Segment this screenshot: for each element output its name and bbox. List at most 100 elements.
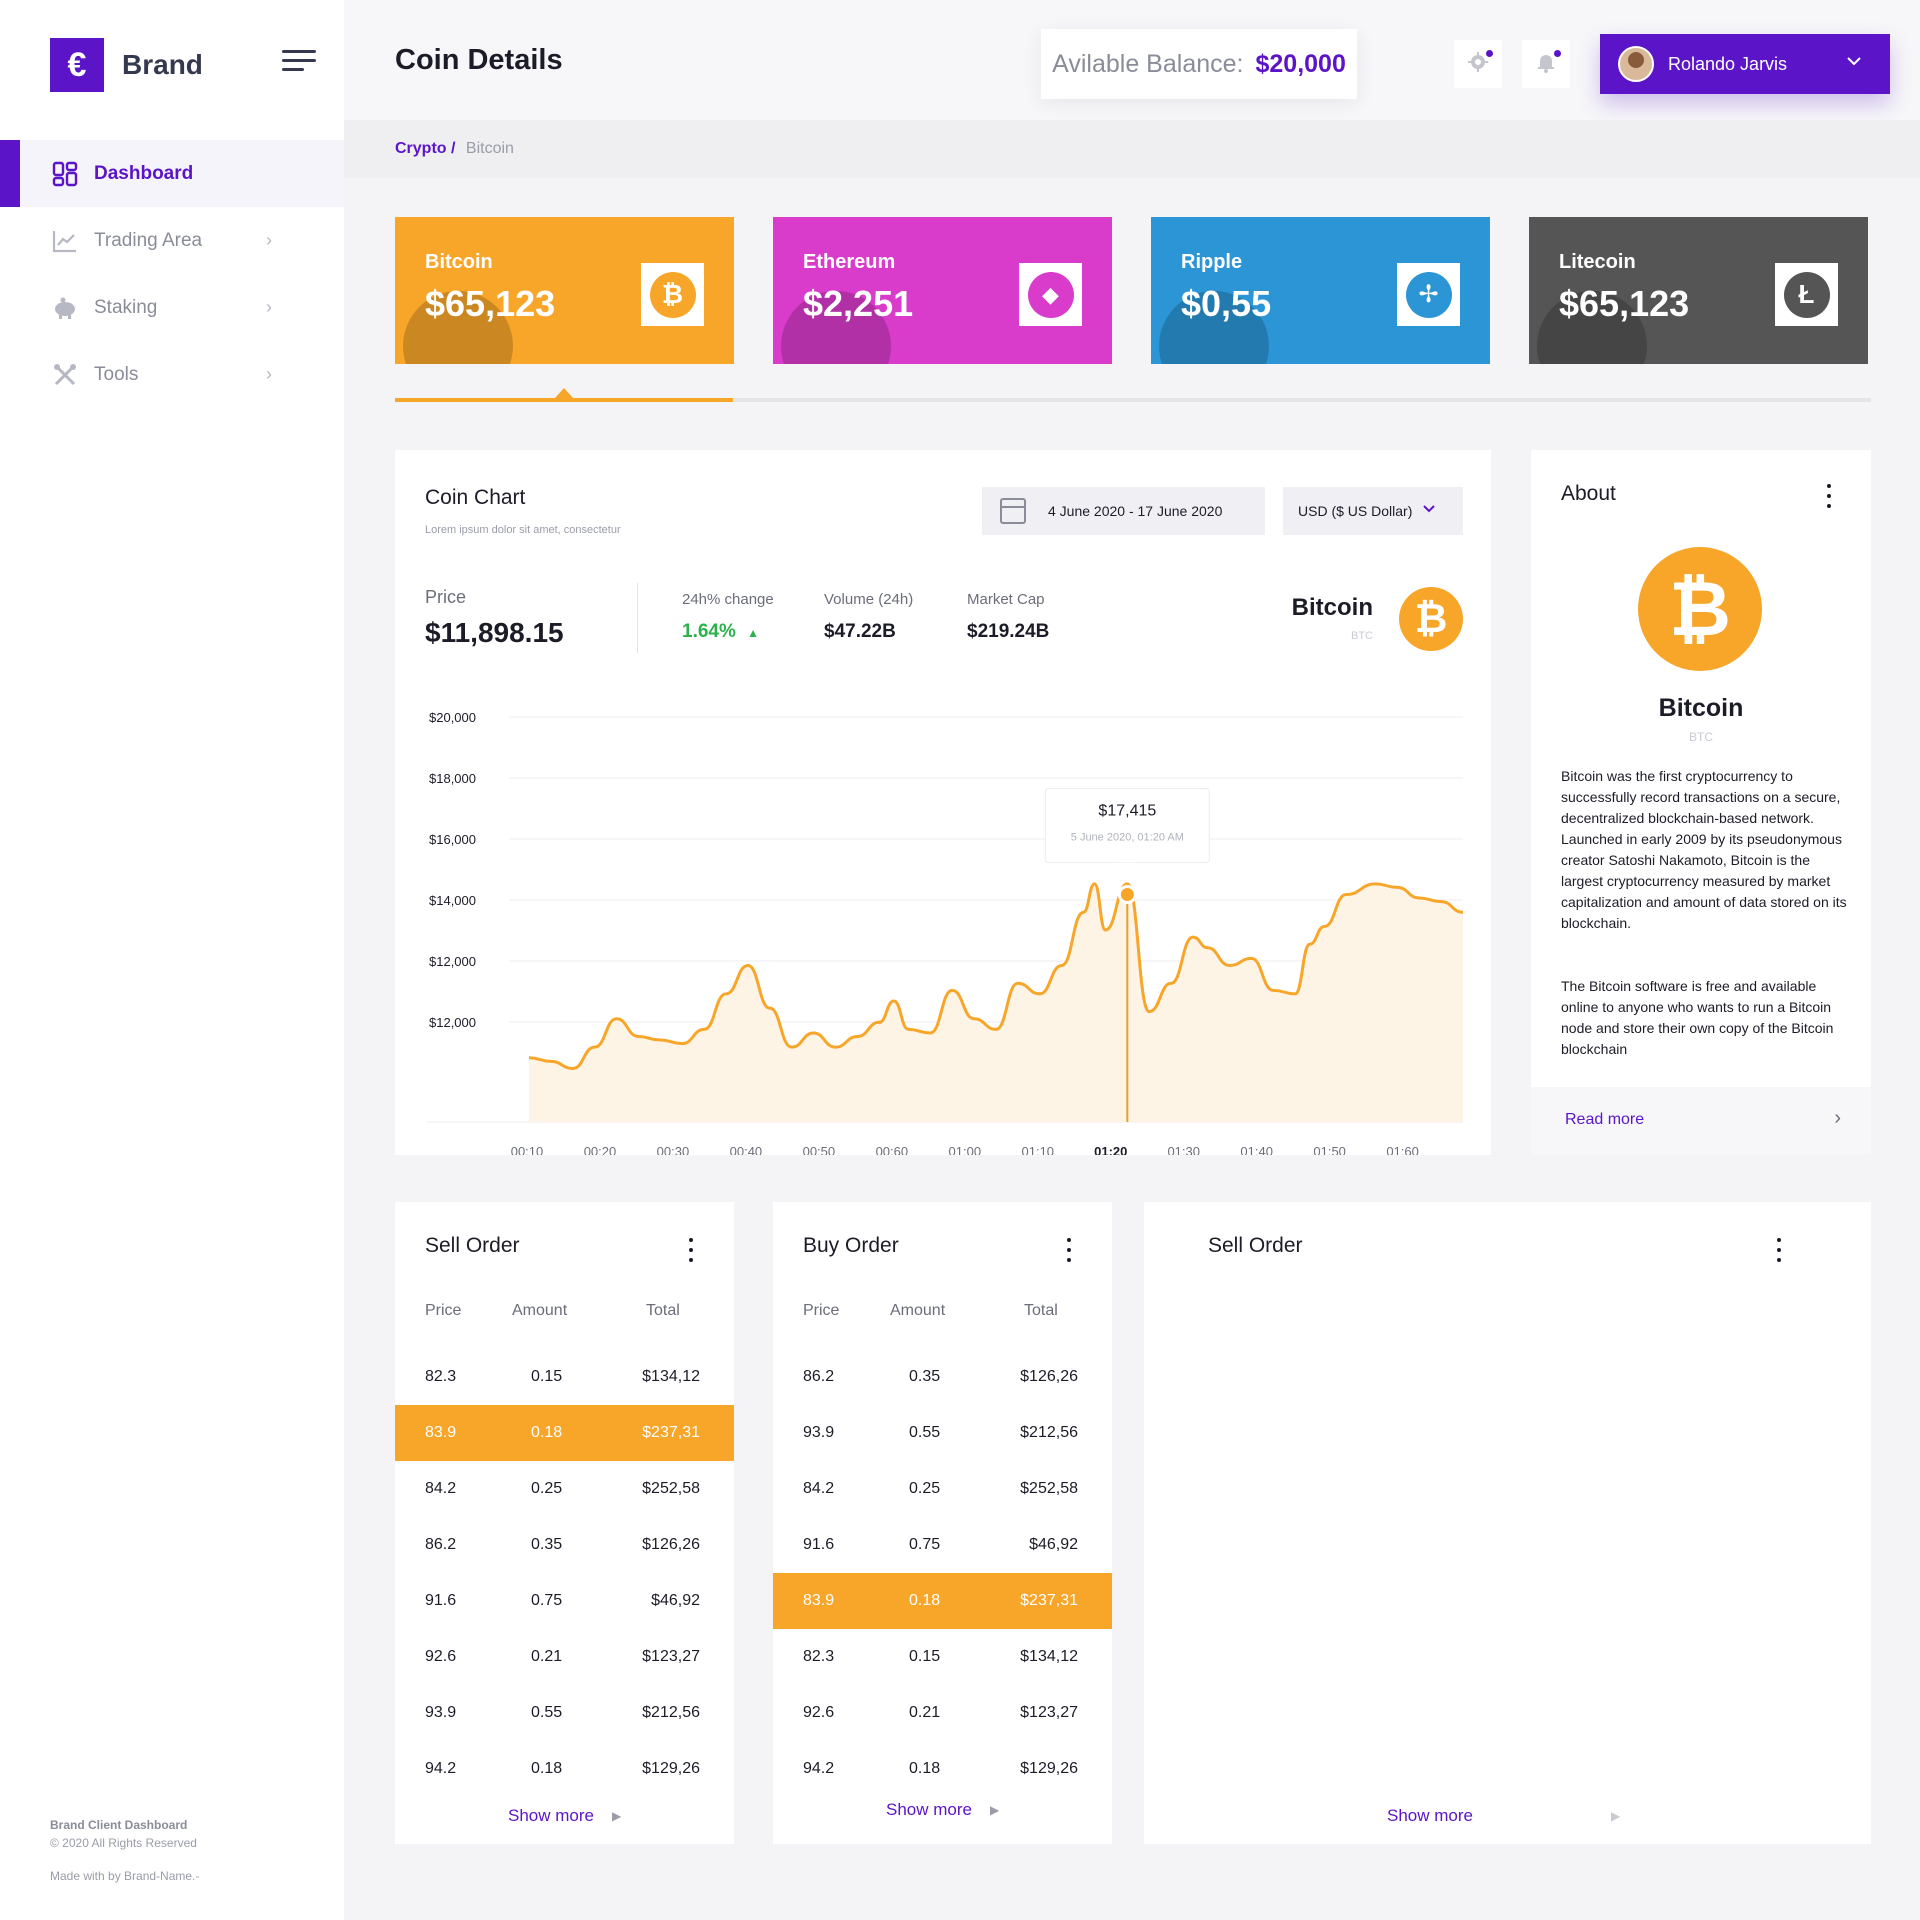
menu-toggle-icon[interactable] — [282, 50, 316, 72]
sidebar-item-label: Trading Area — [94, 229, 203, 251]
about-paragraph-1: Bitcoin was the first cryptocurrency to … — [1561, 768, 1847, 931]
x-tick-label: 00:60 — [876, 1144, 909, 1155]
cell-amount: 0.25 — [909, 1480, 941, 1497]
show-more-link[interactable]: Show more — [1387, 1806, 1473, 1826]
sidebar-item-staking[interactable]: Staking › — [0, 274, 344, 341]
coin-card-name: Ripple — [1181, 251, 1243, 273]
show-more-link[interactable]: Show more — [508, 1806, 594, 1826]
table-row[interactable]: 82.3 0.15 $134,12 — [773, 1629, 1112, 1685]
more-options-icon[interactable] — [1826, 484, 1832, 508]
footer-copyright: © 2020 All Rights Reserved — [50, 1836, 197, 1850]
sell-order-title: Sell Order — [425, 1234, 520, 1257]
settings-button[interactable] — [1454, 40, 1502, 88]
breadcrumb: Crypto / Bitcoin — [395, 140, 514, 158]
table-row[interactable]: 91.6 0.75 $46,92 — [395, 1573, 734, 1629]
table-row[interactable]: 83.9 0.18 $237,31 — [395, 1405, 734, 1461]
show-more-link[interactable]: Show more — [886, 1800, 972, 1820]
cell-total: $123,27 — [642, 1648, 700, 1665]
breadcrumb-bar: Crypto / Bitcoin — [344, 120, 1920, 178]
sell-order-title: Sell Order — [1208, 1234, 1303, 1257]
breadcrumb-link-crypto[interactable]: Crypto / — [395, 140, 455, 157]
cell-amount: 0.35 — [909, 1368, 941, 1385]
about-panel: About ₿ Bitcoin BTC Bitcoin was the firs… — [1531, 450, 1871, 1155]
litecoin-icon: Ł — [1783, 271, 1830, 318]
chevron-down-icon — [1846, 52, 1862, 75]
table-row[interactable]: 84.2 0.25 $252,58 — [773, 1461, 1112, 1517]
coin-card-price: $2,251 — [803, 283, 914, 324]
notification-dot — [1554, 50, 1561, 57]
more-options-icon[interactable] — [1776, 1238, 1782, 1262]
y-tick-label: $12,000 — [429, 1015, 476, 1030]
read-more-link[interactable]: Read more — [1565, 1111, 1644, 1129]
cell-price: 92.6 — [425, 1648, 457, 1665]
sidebar-item-tools[interactable]: Tools › — [0, 341, 344, 408]
column-header-amount: Amount — [890, 1302, 946, 1319]
breadcrumb-current: Bitcoin — [465, 140, 514, 157]
sidebar-item-trading-area[interactable]: Trading Area › — [0, 207, 344, 274]
table-row[interactable]: 83.9 0.18 $237,31 — [773, 1573, 1112, 1629]
bitcoin-icon: ₿ — [1638, 547, 1762, 671]
chevron-right-icon: › — [266, 230, 272, 250]
table-row[interactable]: 82.3 0.15 $134,12 — [395, 1349, 734, 1405]
x-tick-label: 00:50 — [803, 1144, 836, 1155]
x-tick-label: 01:60 — [1386, 1144, 1419, 1155]
active-tab-caret — [555, 388, 573, 398]
caret-right-icon: ▶ — [1611, 1809, 1621, 1823]
avatar — [1618, 46, 1654, 82]
coin-card-ethereum[interactable]: Ethereum $2,251 ◆ — [773, 217, 1112, 364]
table-row[interactable]: 84.2 0.25 $252,58 — [395, 1461, 734, 1517]
coin-card-icon-box: ✢ — [1397, 263, 1460, 326]
sidebar-item-label: Staking — [94, 296, 158, 318]
coin-card-litecoin[interactable]: Litecoin $65,123 Ł — [1529, 217, 1868, 364]
more-options-icon[interactable] — [688, 1238, 694, 1262]
top-header: Coin Details Avilable Balance: $20,000 R… — [344, 0, 1920, 120]
table-row[interactable]: 94.2 0.18 $129,26 — [395, 1741, 734, 1797]
cell-price: 93.9 — [803, 1424, 835, 1441]
table-row[interactable]: 94.2 0.18 $129,26 — [773, 1741, 1112, 1797]
cell-price: 93.9 — [425, 1704, 457, 1721]
table-row[interactable]: 92.6 0.21 $123,27 — [773, 1685, 1112, 1741]
table-row[interactable]: 92.6 0.21 $123,27 — [395, 1629, 734, 1685]
sidebar-nav: Dashboard Trading Area › Staking › Tools… — [0, 140, 344, 408]
balance-value: $20,000 — [1255, 49, 1346, 78]
tooltip-box — [1044, 788, 1210, 863]
chevron-right-icon: › — [266, 364, 272, 384]
bitcoin-icon: ₿ — [649, 271, 696, 318]
x-tick-label: 00:10 — [511, 1144, 544, 1155]
table-row[interactable]: 86.2 0.35 $126,26 — [773, 1349, 1112, 1405]
buy-order-title: Buy Order — [803, 1234, 899, 1257]
sidebar-item-label: Dashboard — [94, 162, 194, 184]
sidebar-item-dashboard[interactable]: Dashboard — [0, 140, 344, 207]
x-tick-label: 01:00 — [949, 1144, 982, 1155]
tools-icon — [52, 362, 78, 388]
about-footer[interactable]: Read more › — [1531, 1087, 1871, 1155]
cell-total: $252,58 — [1020, 1480, 1078, 1497]
chart-line-icon — [52, 228, 78, 254]
table-row[interactable]: 93.9 0.55 $212,56 — [395, 1685, 734, 1741]
tooltip-marker — [1117, 885, 1137, 904]
coin-card-ripple[interactable]: Ripple $0,55 ✢ — [1151, 217, 1490, 364]
cell-total: $46,92 — [1029, 1536, 1078, 1553]
y-tick-label: $12,000 — [429, 954, 476, 969]
cell-amount: 0.15 — [531, 1368, 563, 1385]
cell-amount: 0.55 — [531, 1704, 563, 1721]
caret-right-icon: ▶ — [990, 1803, 1000, 1817]
buy-order-panel: Buy Order Price Amount Total 86.2 0.35 $12… — [773, 1202, 1112, 1844]
sell-order-panel: Sell Order Price Amount Total 82.3 0.15 $1… — [395, 1202, 734, 1844]
cell-price: 83.9 — [803, 1592, 835, 1609]
coin-card-name: Bitcoin — [425, 251, 493, 273]
ethereum-icon: ◆ — [1027, 271, 1074, 318]
coin-chart-panel: Coin Chart Lorem ipsum dolor sit amet, c… — [395, 450, 1491, 1155]
coin-tab-indicator — [395, 388, 1871, 402]
coin-card-bitcoin[interactable]: Bitcoin $65,123 ₿ — [395, 217, 734, 364]
brand-logo[interactable]: € Brand — [50, 38, 203, 92]
table-row[interactable]: 93.9 0.55 $212,56 — [773, 1405, 1112, 1461]
table-row[interactable]: 86.2 0.35 $126,26 — [395, 1517, 734, 1573]
notifications-button[interactable] — [1522, 40, 1570, 88]
price-chart[interactable]: $20,000 $18,000 $16,000 $14,000 $12,000 $12,0… — [395, 450, 1491, 1155]
table-row[interactable]: 91.6 0.75 $46,92 — [773, 1517, 1112, 1573]
user-menu[interactable]: Rolando Jarvis — [1600, 34, 1890, 94]
y-tick-label: $16,000 — [429, 832, 476, 847]
cell-total: $126,26 — [1020, 1368, 1078, 1385]
more-options-icon[interactable] — [1066, 1238, 1072, 1262]
